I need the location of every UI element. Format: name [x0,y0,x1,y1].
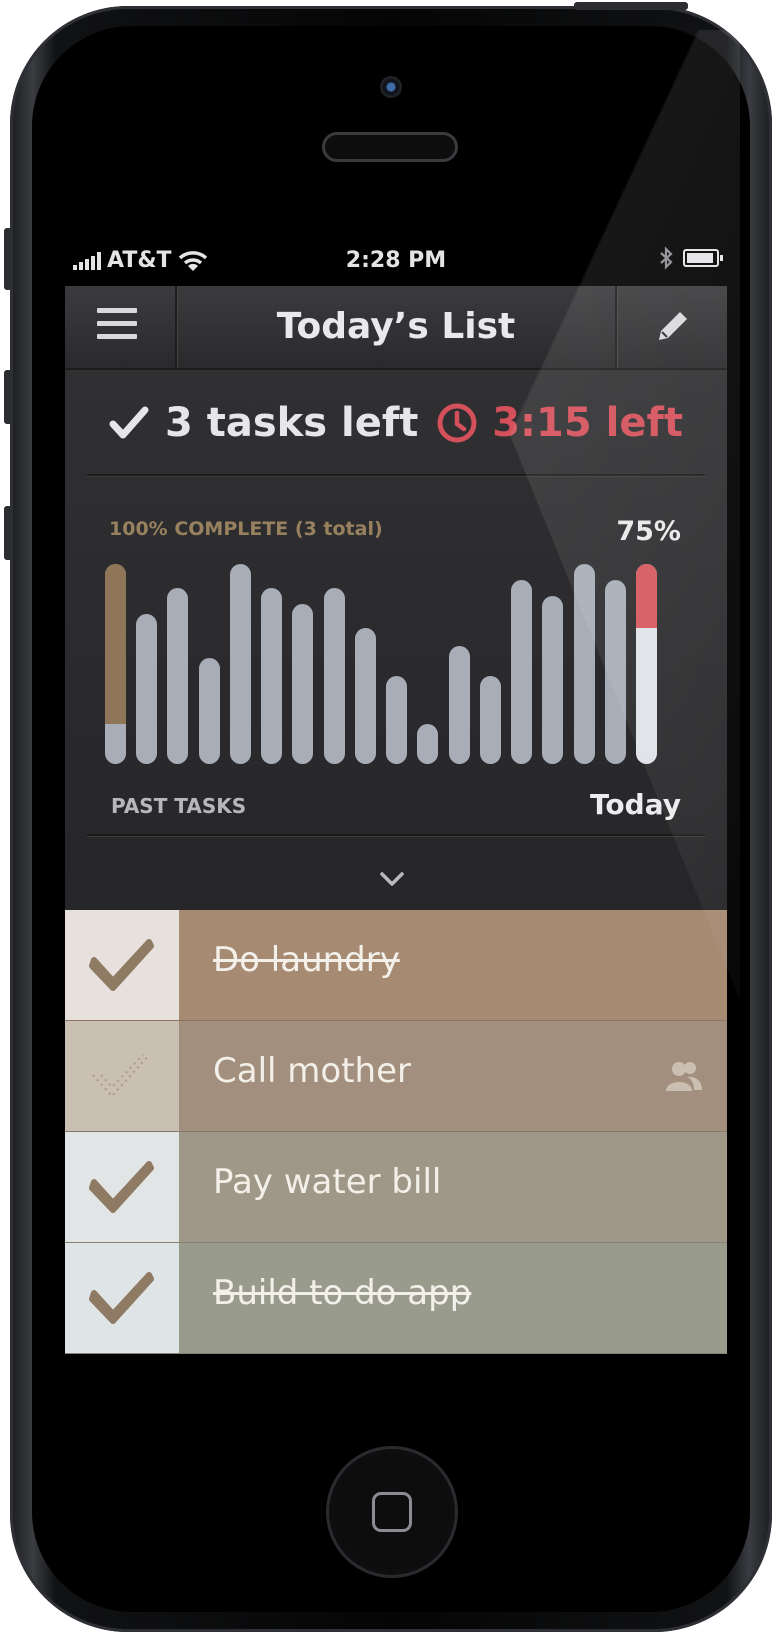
task-checkbox[interactable] [65,910,179,1020]
chart-bar [574,564,595,764]
task-row[interactable]: Do laundry [65,910,727,1021]
edit-pencil-icon[interactable] [653,306,693,346]
screen: AT&T 2:28 PM Today’s List 3 tasks left 3… [65,232,727,1407]
divider [87,834,705,836]
chart-bar [542,596,563,764]
power-button [574,2,688,10]
chart-bar [261,588,282,764]
task-label: Call mother [213,1051,411,1091]
bar-remaining-segment [636,564,657,628]
home-button[interactable] [326,1446,458,1578]
tasks-left: 3 tasks left [109,400,418,446]
check-icon [89,1161,154,1213]
task-checkbox[interactable] [65,1021,179,1131]
task-checkbox[interactable] [65,1132,179,1242]
task-label: Do laundry [213,940,400,980]
nav-bar: Today’s List [65,286,727,370]
front-camera [380,76,402,98]
volume-up-button [4,370,12,424]
task-row[interactable]: Build to do app [65,1243,727,1354]
task-row[interactable]: Pay water bill [65,1132,727,1243]
today-label: Today [590,788,681,821]
chart-bar [355,628,376,764]
summary-panel: 3 tasks left 3:15 left 100% COMPLETE (3 … [65,370,727,910]
chart-bar [511,580,532,764]
history-bar-chart [105,564,657,764]
chart-bar [386,676,407,764]
home-square-icon [372,1492,412,1532]
mute-switch [4,228,12,290]
people-icon[interactable] [665,1059,703,1093]
status-bar: AT&T 2:28 PM [65,232,727,286]
chart-bar [605,580,626,764]
bluetooth-icon [660,246,673,270]
tasks-left-text: 3 tasks left [165,400,419,446]
battery-icon [683,249,723,267]
page-title: Today’s List [276,306,516,347]
chart-bar [636,564,657,764]
chart-bar [230,564,251,764]
dotted-check-icon [92,1054,150,1098]
task-label: Pay water bill [213,1162,442,1202]
chart-bar [449,646,470,764]
chart-bar [324,588,345,764]
chart-bar [480,676,501,764]
complete-label: 100% COMPLETE (3 total) [109,518,383,540]
check-icon [89,939,154,991]
clock-icon [437,403,477,443]
chart-bar [136,614,157,764]
task-list: Do laundry Call mother Pay water bill Build… [65,910,727,1354]
menu-button[interactable] [97,308,137,344]
chart-bar [167,588,188,764]
chart-bar [292,604,313,764]
chart-bar [417,724,438,764]
bar-complete-segment [105,564,126,724]
nav-divider [615,286,617,368]
chevron-down-icon[interactable] [377,866,407,890]
check-icon [89,1272,154,1324]
chart-bar [199,658,220,764]
time-left-text: 3:15 left [492,400,683,446]
earpiece-speaker [322,132,458,162]
time-left: 3:15 left [436,400,683,446]
chart-bar [105,564,126,764]
task-label: Build to do app [213,1273,472,1313]
task-checkbox[interactable] [65,1243,179,1353]
past-tasks-label: PAST TASKS [111,794,247,818]
today-percent: 75% [616,516,681,547]
status-right [659,246,723,270]
task-row[interactable]: Call mother [65,1021,727,1132]
volume-down-button [4,506,12,560]
divider [87,474,705,476]
checkmark-icon [109,406,149,439]
status-time: 2:28 PM [345,248,447,273]
